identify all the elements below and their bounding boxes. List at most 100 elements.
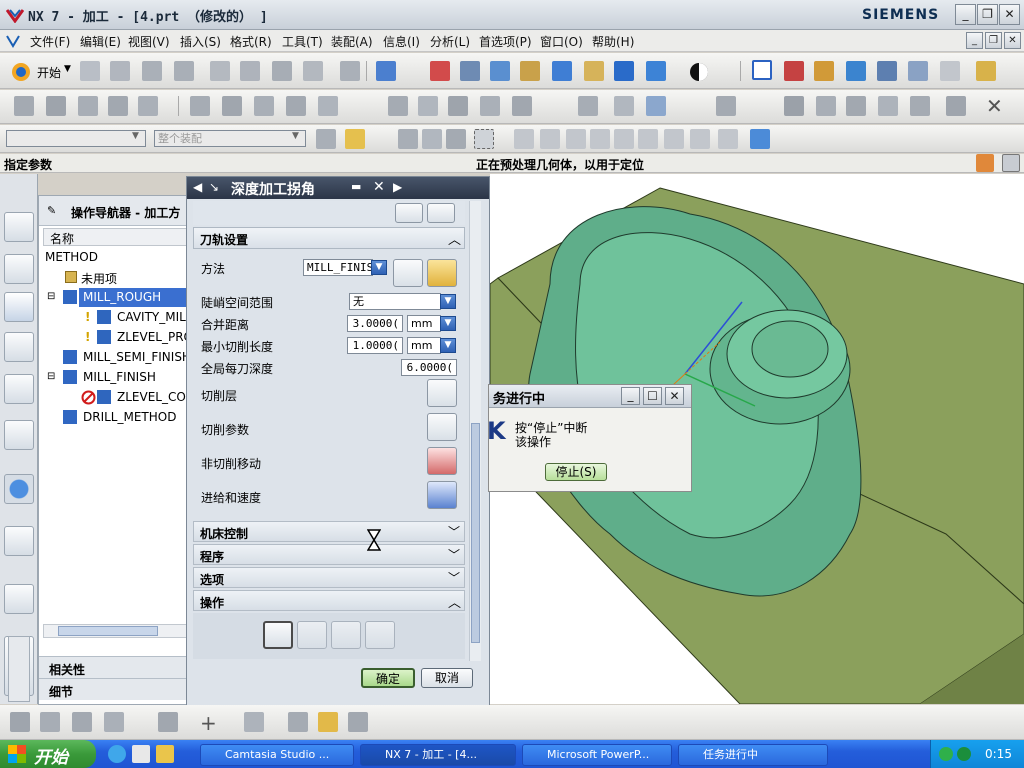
minimize-button[interactable]: _: [955, 4, 976, 25]
post-icon[interactable]: [512, 96, 532, 116]
dialog-forward-icon[interactable]: ▶: [393, 180, 402, 194]
transform-icon[interactable]: [158, 712, 178, 732]
app-menu-icon[interactable]: [6, 34, 20, 48]
more-tools-icon[interactable]: [348, 712, 368, 732]
tree-row-mill-finish[interactable]: ⊟ MILL_FINISH: [39, 368, 189, 388]
horizontal-scrollbar[interactable]: [43, 624, 187, 638]
menu-preferences[interactable]: 首选项(P): [479, 33, 532, 50]
section-expand-icon[interactable]: ﹀: [448, 546, 460, 563]
body-select-icon[interactable]: [446, 129, 466, 149]
menu-tools[interactable]: 工具(T): [282, 33, 323, 50]
create-geometry-icon[interactable]: [78, 96, 98, 116]
edit-object-icon[interactable]: [318, 96, 338, 116]
method-view-icon[interactable]: [286, 96, 306, 116]
media-quicklaunch-icon[interactable]: [156, 745, 174, 763]
section-collapse-icon[interactable]: ︿: [448, 229, 461, 248]
method-edit-icon[interactable]: [393, 259, 423, 287]
min-cut-length-input[interactable]: 1.0000(: [347, 337, 403, 354]
add-point-icon[interactable]: [816, 96, 836, 116]
dialog-close-icon[interactable]: ✕: [373, 179, 385, 195]
rectangle-select-icon[interactable]: [474, 129, 494, 149]
geometry-edit-icon[interactable]: [395, 203, 423, 223]
dialog-collapse-icon[interactable]: ▬: [351, 180, 361, 193]
feed-rate-icon[interactable]: [578, 96, 598, 116]
geometry-view-bottom-icon[interactable]: [10, 712, 30, 732]
ok-button[interactable]: 确定: [361, 668, 415, 688]
merge-unit-dropdown-icon[interactable]: ▼: [440, 316, 456, 331]
snap-point-icon[interactable]: [345, 129, 365, 149]
csys-icon[interactable]: [784, 61, 804, 81]
existing-point-snap-icon[interactable]: [664, 129, 684, 149]
task-nx[interactable]: NX 7 - 加工 - [4...: [360, 744, 516, 766]
task-powerpoint[interactable]: Microsoft PowerP...: [522, 744, 672, 766]
start-menu-button[interactable]: 开始: [0, 740, 96, 768]
panel-dependencies[interactable]: 相关性: [39, 656, 189, 678]
geometry-view-icon[interactable]: [254, 96, 274, 116]
type-filter-select[interactable]: [6, 130, 146, 147]
generate-button[interactable]: [263, 621, 293, 649]
scope-dropdown-icon[interactable]: ▼: [292, 131, 299, 141]
menu-help[interactable]: 帮助(H): [592, 33, 634, 50]
info-tab[interactable]: [4, 474, 34, 504]
restore-button[interactable]: ❐: [977, 4, 998, 25]
tree-row-mill-semi-finish[interactable]: MILL_SEMI_FINISH: [39, 348, 189, 368]
simulate-icon[interactable]: [480, 96, 500, 116]
section-expand-icon[interactable]: ﹀: [448, 523, 460, 540]
merge-distance-unit[interactable]: mm: [407, 315, 441, 332]
navigator-vertical-scroll[interactable]: [8, 636, 30, 702]
menu-analysis[interactable]: 分析(L): [430, 33, 470, 50]
cancel-button[interactable]: 取消: [421, 668, 473, 688]
method-dropdown-icon[interactable]: ▼: [371, 260, 387, 275]
ipw-icon[interactable]: [716, 96, 736, 116]
program-section[interactable]: 程序 ﹀: [193, 544, 465, 565]
status-color-icon[interactable]: [976, 154, 994, 172]
ie-quicklaunch-icon[interactable]: [108, 745, 126, 763]
control-point-snap-icon[interactable]: [566, 129, 586, 149]
type-filter-dropdown-icon[interactable]: ▼: [132, 131, 139, 141]
verify-toolpath-icon[interactable]: [448, 96, 468, 116]
doc-close-button[interactable]: ✕: [1004, 32, 1021, 49]
doc-restore-button[interactable]: ❐: [985, 32, 1002, 49]
progress-close-button[interactable]: ✕: [665, 387, 684, 405]
dialog-back-icon[interactable]: ◀: [193, 180, 202, 194]
method-select[interactable]: MILL_FINIS: [303, 259, 373, 276]
stop-button[interactable]: 停止(S): [545, 463, 607, 481]
menu-file[interactable]: 文件(F): [30, 33, 70, 50]
steep-range-select[interactable]: 无: [349, 293, 441, 310]
edge-select-icon[interactable]: [422, 129, 442, 149]
cutting-parameters-button[interactable]: [427, 413, 457, 441]
edit-point-icon[interactable]: [878, 96, 898, 116]
cut-icon[interactable]: [210, 61, 230, 81]
menu-edit[interactable]: 编辑(E): [80, 33, 121, 50]
create-method-icon[interactable]: [108, 96, 128, 116]
pan-icon[interactable]: [584, 61, 604, 81]
measure-icon[interactable]: [976, 61, 996, 81]
section-expand-icon[interactable]: ﹀: [448, 569, 460, 586]
column-header[interactable]: 名称: [43, 228, 189, 246]
actions-section[interactable]: 操作 ︿: [193, 590, 465, 611]
feeds-speeds-button[interactable]: [427, 481, 457, 509]
method-view-bottom-icon[interactable]: [72, 712, 92, 732]
fit-icon[interactable]: [430, 61, 450, 81]
panel-details[interactable]: 细节: [39, 678, 189, 700]
menu-insert[interactable]: 插入(S): [180, 33, 221, 50]
dialog-scroll-thumb[interactable]: [471, 423, 480, 643]
program-view-bottom-icon[interactable]: [104, 712, 124, 732]
steep-range-dropdown-icon[interactable]: ▼: [440, 294, 456, 309]
toolpath-list-icon[interactable]: [614, 96, 634, 116]
method-wrench-icon[interactable]: [427, 259, 457, 287]
create-program-icon[interactable]: [14, 96, 34, 116]
blank-icon[interactable]: [784, 96, 804, 116]
surface-icon[interactable]: [910, 96, 930, 116]
intersection-snap-icon[interactable]: [590, 129, 610, 149]
machine-control-section[interactable]: 机床控制 ﹀: [193, 521, 465, 542]
pin-icon[interactable]: ✎: [47, 204, 56, 217]
tree-row-unused[interactable]: 未用项: [39, 268, 189, 288]
menu-window[interactable]: 窗口(O): [540, 33, 583, 50]
rotate-icon[interactable]: [552, 61, 572, 81]
toolpath-settings-section[interactable]: 刀轨设置 ︿: [193, 227, 465, 249]
zoom-icon[interactable]: [490, 61, 510, 81]
magnify-icon[interactable]: [520, 61, 540, 81]
list-button[interactable]: [365, 621, 395, 649]
start-dropdown-icon[interactable]: ▼: [64, 64, 71, 74]
